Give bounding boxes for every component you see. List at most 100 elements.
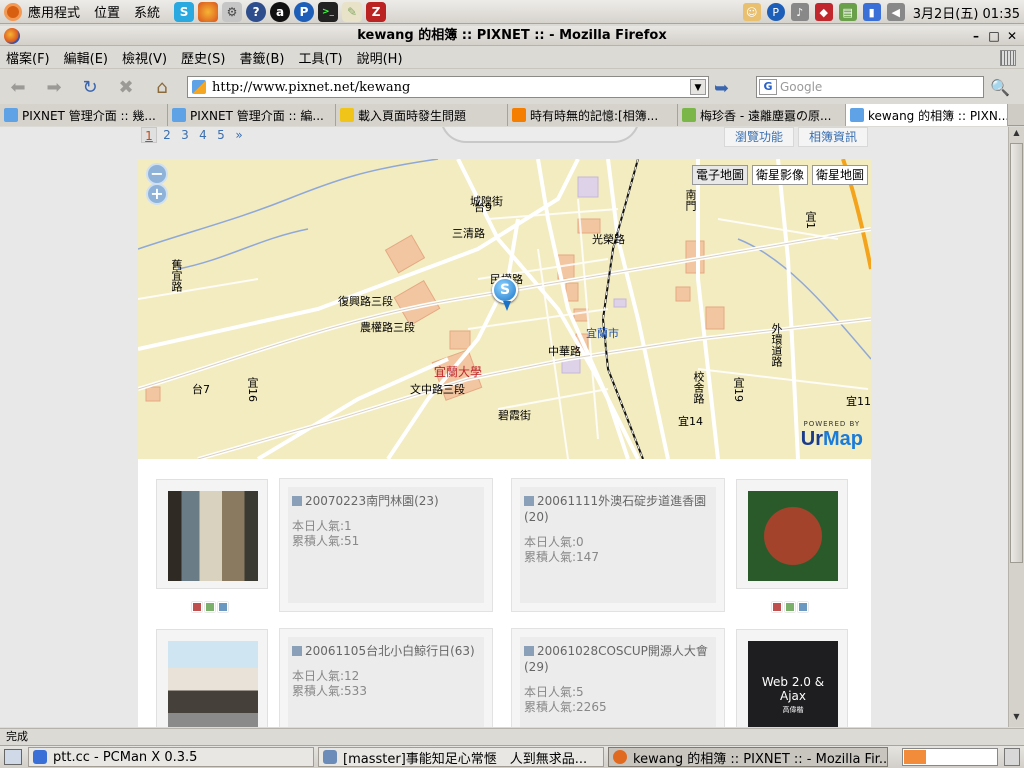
scroll-down-icon[interactable]: ▼ xyxy=(1010,712,1023,726)
page-3-link[interactable]: 3 xyxy=(177,127,193,143)
album-photo[interactable]: Web 2.0 & Ajax 高偉楷 xyxy=(748,641,838,727)
search-button[interactable]: 🔍 xyxy=(990,78,1010,97)
map-view[interactable]: − + 電子地圖 衛星影像 衛星地圖 宜蘭大學 宜蘭市 三清路 復興路三段 農權… xyxy=(138,159,871,459)
search-placeholder[interactable]: Google xyxy=(780,80,822,94)
home-button[interactable]: ⌂ xyxy=(148,73,176,101)
url-text[interactable]: http://www.pixnet.net/kewang xyxy=(212,80,410,95)
page-5-link[interactable]: 5 xyxy=(213,127,229,143)
tools-icon[interactable]: ✎ xyxy=(342,1,363,22)
back-button[interactable]: ⬅ xyxy=(4,73,32,101)
album-thumbnail-1[interactable] xyxy=(156,479,268,589)
network-icon[interactable]: ⚙ xyxy=(222,1,243,22)
places-menu[interactable]: 位置 xyxy=(94,2,120,21)
map-type-satellite-map[interactable]: 衛星地圖 xyxy=(812,165,869,185)
album-photo[interactable] xyxy=(748,491,838,581)
reload-button[interactable]: ↻ xyxy=(76,73,104,101)
url-bar[interactable]: http://www.pixnet.net/kewang ▼ xyxy=(187,76,709,98)
page-2-link[interactable]: 2 xyxy=(159,127,175,143)
album-thumbnail-4[interactable]: Web 2.0 & Ajax 高偉楷 xyxy=(736,629,848,727)
menu-view[interactable]: 檢視(V) xyxy=(122,48,167,67)
help-icon[interactable]: ? xyxy=(246,1,267,22)
url-dropdown-icon[interactable]: ▼ xyxy=(690,79,706,95)
album-info-3[interactable]: 20061105台北小白鯨行日(63) 本日人氣:12 累積人氣:533 xyxy=(279,628,493,727)
filezilla-icon[interactable]: Z xyxy=(366,1,387,22)
volume-icon[interactable]: ◀ xyxy=(886,3,905,21)
album-info-1[interactable]: 20070223南門林園(23) 本日人氣:1 累積人氣:51 xyxy=(279,478,493,612)
menu-bookmarks[interactable]: 書籤(B) xyxy=(239,48,284,67)
clock[interactable]: 3月2日(五) 01:35 xyxy=(913,3,1020,22)
minimize-icon[interactable]: – xyxy=(968,28,984,44)
system-menu[interactable]: 系統 xyxy=(134,2,160,21)
ruby-icon[interactable]: ◆ xyxy=(814,3,833,21)
page-1-link[interactable]: 1 xyxy=(141,127,157,143)
speaker-tray-icon[interactable]: ♪ xyxy=(790,3,809,21)
tab-load-error[interactable]: 載入頁面時發生問題 xyxy=(336,104,508,126)
pixnet-icon[interactable]: P xyxy=(294,1,315,22)
menu-edit[interactable]: 編輯(E) xyxy=(64,48,108,67)
map-type-satellite-image[interactable]: 衛星影像 xyxy=(752,165,809,185)
scroll-thumb[interactable] xyxy=(1010,143,1023,563)
bottom-panel: ptt.cc - PCMan X 0.3.5 [masster]事能知足心常愜 … xyxy=(0,745,1024,768)
album-thumbnail-3[interactable] xyxy=(156,629,268,727)
firefox-window-icon[interactable] xyxy=(4,28,20,44)
menu-help[interactable]: 說明(H) xyxy=(357,48,403,67)
forward-button[interactable]: ➡ xyxy=(40,73,68,101)
search-bar[interactable]: G Google xyxy=(756,76,984,98)
menu-file[interactable]: 檔案(F) xyxy=(6,48,50,67)
album-title[interactable]: 20061028COSCUP開源人大會(29) xyxy=(524,644,708,674)
tab-blog-memory[interactable]: 時有時無的記憶:[相簿... xyxy=(508,104,678,126)
go-button[interactable]: ➥ xyxy=(714,78,729,99)
package-icon[interactable]: ▤ xyxy=(838,3,857,21)
location-pin-icon[interactable]: S xyxy=(492,277,518,311)
close-icon[interactable]: ✕ xyxy=(1004,28,1020,44)
applications-menu[interactable]: 應用程式 xyxy=(28,2,80,21)
urmap-logo[interactable]: POWERED BY UrMap xyxy=(801,420,863,451)
tab-meizhenxiang[interactable]: 梅珍香 - 遠離塵囂の原... xyxy=(678,104,846,126)
workspace-1[interactable] xyxy=(904,750,926,764)
album-info-2[interactable]: 20061111外澳石碇步道進香園(20) 本日人氣:0 累積人氣:147 xyxy=(511,478,725,612)
signal-icon[interactable]: ▮ xyxy=(862,3,881,21)
task-firefox[interactable]: kewang 的相簿 :: PIXNET :: - Mozilla Fir... xyxy=(608,747,888,767)
zoom-in-button[interactable]: + xyxy=(146,183,168,205)
google-engine-icon[interactable]: G xyxy=(759,79,777,95)
trash-icon[interactable] xyxy=(1004,748,1020,766)
ubuntu-logo-icon[interactable] xyxy=(4,2,22,21)
zoom-out-button[interactable]: − xyxy=(146,163,168,185)
task-masster[interactable]: [masster]事能知足心常愜 人到無求品... xyxy=(318,747,604,767)
album-info-link[interactable]: 相簿資訊 xyxy=(798,127,869,147)
workspace-switcher[interactable] xyxy=(902,748,998,766)
tab-kewang-album[interactable]: kewang 的相簿 :: PIXN... xyxy=(846,104,1008,126)
album-info-4[interactable]: 20061028COSCUP開源人大會(29) 本日人氣:5 累積人氣:2265 xyxy=(511,628,725,727)
maximize-icon[interactable]: □ xyxy=(986,28,1002,44)
page-4-link[interactable]: 4 xyxy=(195,127,211,143)
vertical-scrollbar[interactable]: ▲ ▼ xyxy=(1008,127,1024,727)
album-photo[interactable] xyxy=(168,641,258,727)
pixnet-tray-icon[interactable]: P xyxy=(766,3,785,21)
skype-icon[interactable]: S xyxy=(174,1,195,22)
album-title[interactable]: 20061111外澳石碇步道進香園(20) xyxy=(524,494,706,524)
menu-tools[interactable]: 工具(T) xyxy=(299,48,343,67)
browse-features-link[interactable]: 瀏覽功能 xyxy=(724,127,795,147)
terminal-icon[interactable]: >_ xyxy=(318,1,339,22)
show-desktop-button[interactable] xyxy=(4,749,22,765)
album-title[interactable]: 20070223南門林園(23) xyxy=(305,494,439,508)
map-label-nongquan: 農權路三段 xyxy=(360,321,415,334)
album-thumbnail-2[interactable] xyxy=(736,479,848,589)
task-pcmanx[interactable]: ptt.cc - PCMan X 0.3.5 xyxy=(28,747,314,767)
album-photo[interactable] xyxy=(168,491,258,581)
status-text: 完成 xyxy=(6,730,28,743)
map-label-road9: 台9 xyxy=(474,201,492,214)
tab-pixnet-admin-1[interactable]: PIXNET 管理介面 :: 幾... xyxy=(0,104,168,126)
blogger-icon xyxy=(512,108,526,122)
scroll-up-icon[interactable]: ▲ xyxy=(1010,128,1023,142)
stop-button[interactable]: ✖ xyxy=(112,73,140,101)
user-icon[interactable]: ☺ xyxy=(742,3,761,21)
map-type-electronic[interactable]: 電子地圖 xyxy=(692,165,749,185)
firefox-icon[interactable] xyxy=(198,1,219,22)
page-next-link[interactable]: » xyxy=(231,127,247,143)
a-icon[interactable]: a xyxy=(270,1,291,22)
album-title[interactable]: 20061105台北小白鯨行日(63) xyxy=(305,644,475,658)
menu-history[interactable]: 歷史(S) xyxy=(181,48,225,67)
tab-pixnet-admin-2[interactable]: PIXNET 管理介面 :: 編... xyxy=(168,104,336,126)
map-label-guangrong: 光榮路 xyxy=(592,233,625,246)
